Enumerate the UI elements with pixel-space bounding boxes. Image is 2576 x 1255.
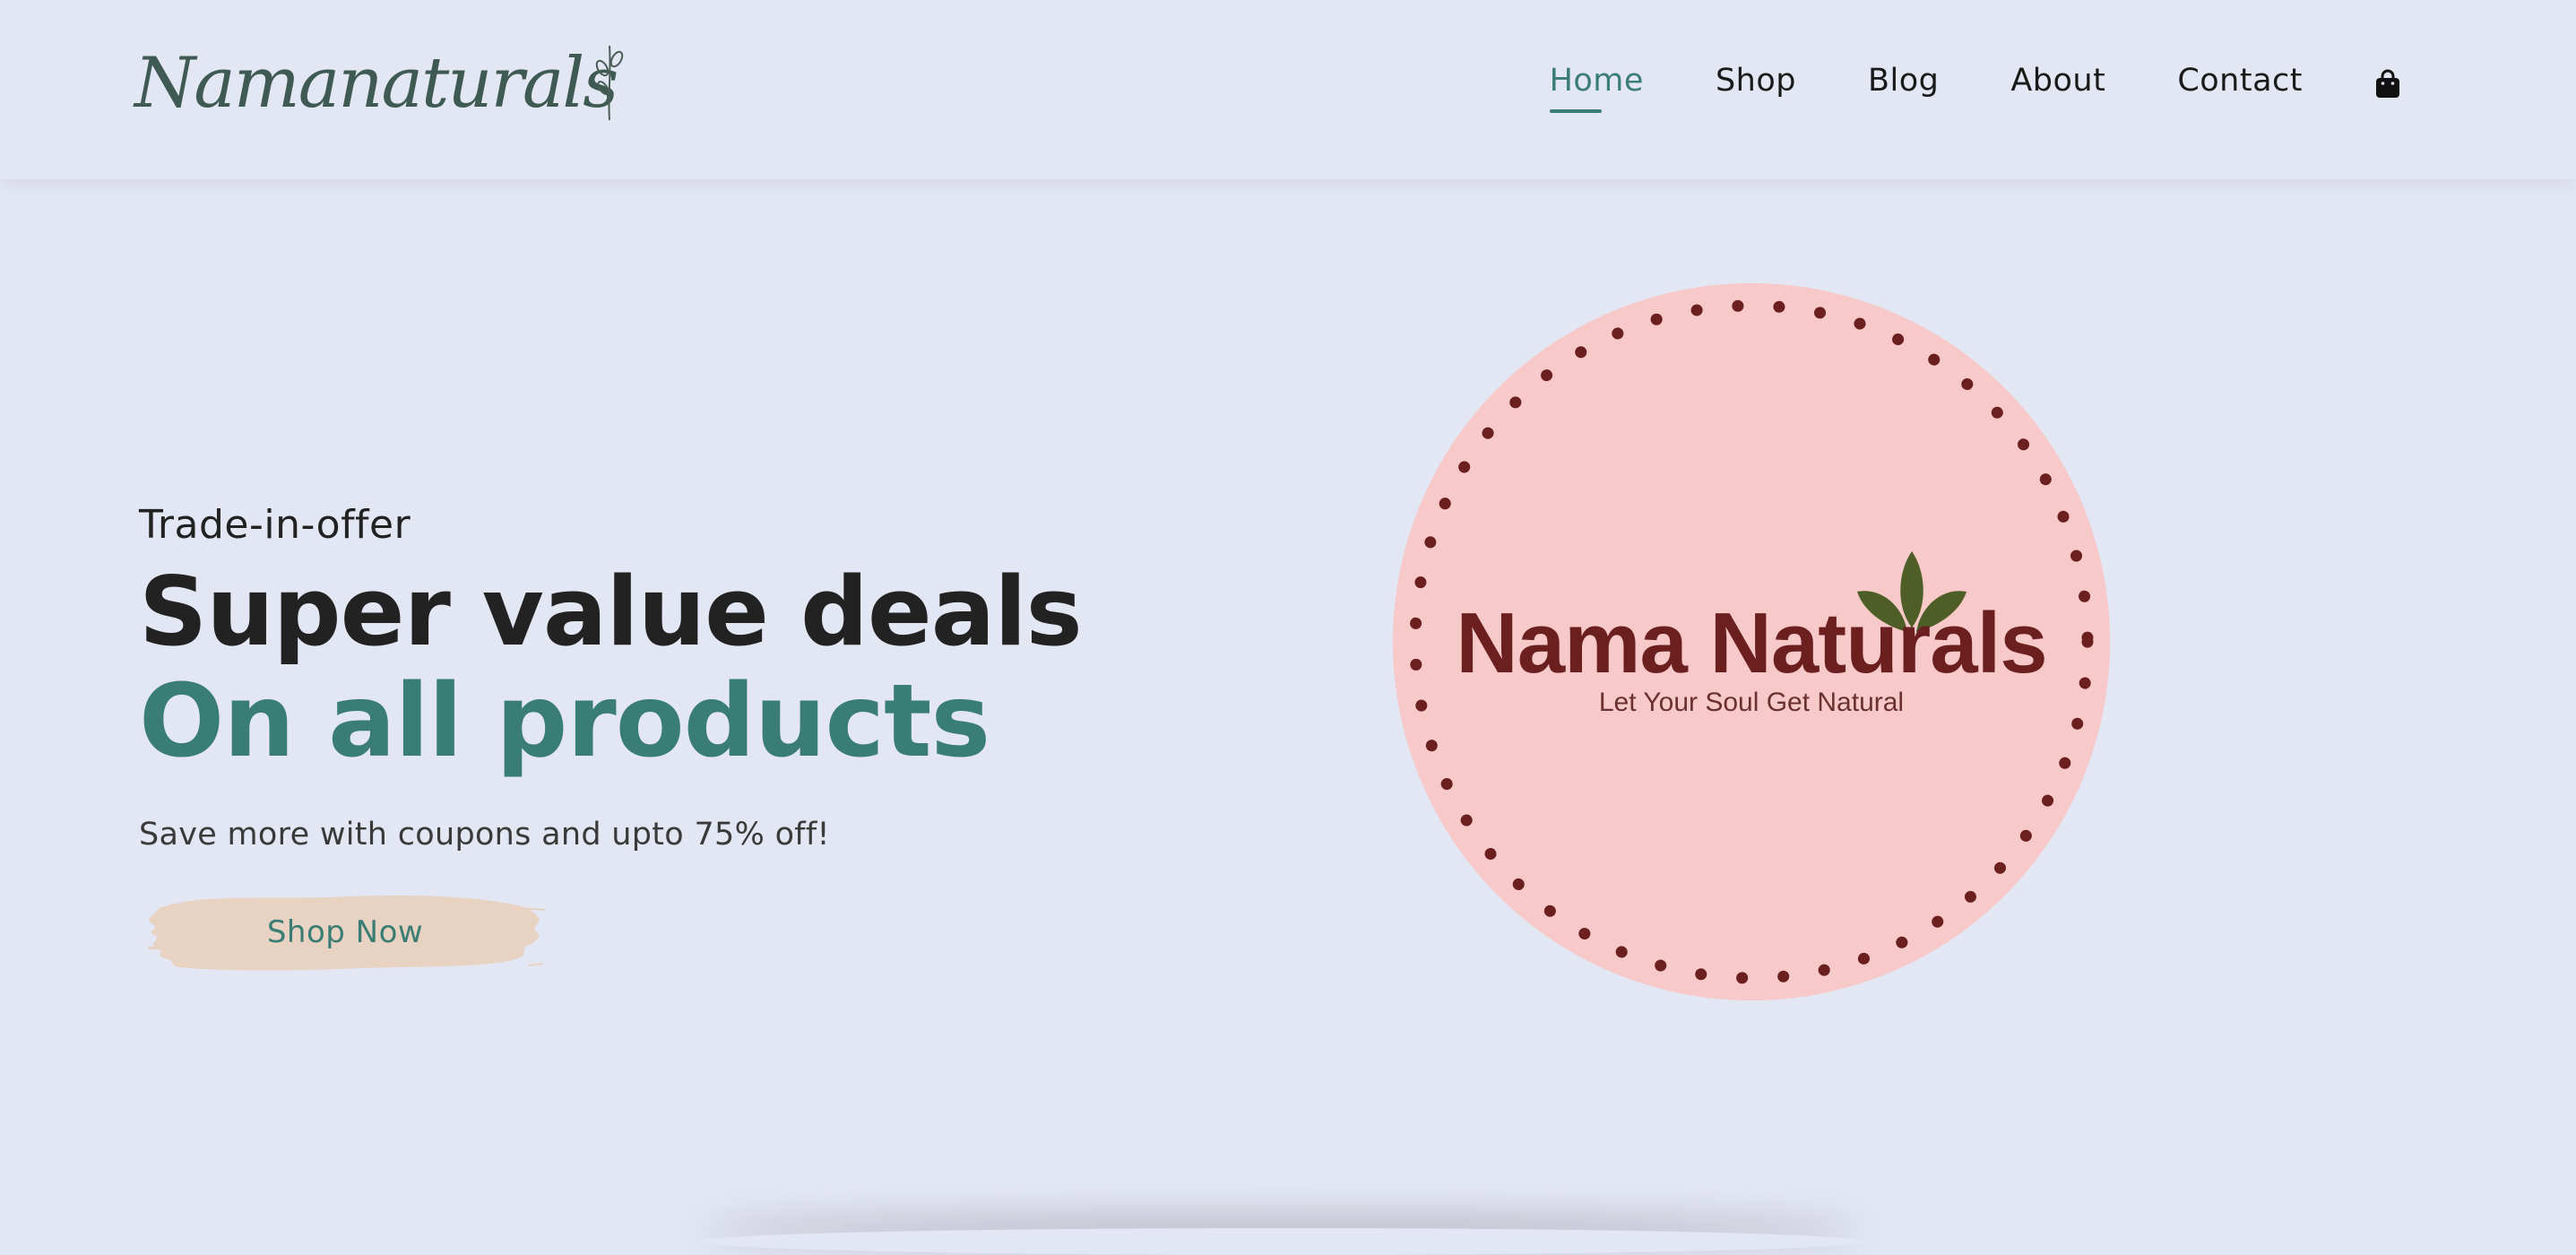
shop-now-label: Shop Now [266, 914, 424, 950]
logo[interactable]: Namanaturals [134, 43, 624, 142]
hero-kicker: Trade-in-offer [139, 502, 411, 548]
shop-now-button[interactable]: Shop Now [143, 883, 547, 982]
hero-headline-accent: On all products [139, 663, 990, 780]
hero-subtext: Save more with coupons and upto 75% off! [139, 817, 830, 853]
nav-contact[interactable]: Contact [2177, 63, 2303, 106]
badge-tagline: Let Your Soul Get Natural [1598, 688, 1905, 717]
nav-about[interactable]: About [2010, 63, 2105, 106]
hero-section: Trade-in-offer Super value deals On all … [139, 502, 1083, 853]
shopping-bag-icon[interactable] [2374, 69, 2401, 100]
main-nav: Home Shop Blog About Contact [1549, 63, 2401, 113]
badge-title: Nama Naturals [1456, 595, 2047, 691]
nav-blog[interactable]: Blog [1868, 63, 1939, 106]
brand-badge: Nama Naturals Let Your Soul Get Natural [1392, 282, 2111, 1001]
logo-text: Namanaturals [134, 43, 618, 124]
hero-headline: Super value deals [139, 557, 1083, 667]
nav-shop[interactable]: Shop [1716, 63, 1796, 106]
next-section-edge [699, 1228, 1864, 1255]
site-header: Namanaturals Home Shop Blog About Contac… [0, 0, 2576, 179]
nav-home[interactable]: Home [1549, 63, 1644, 113]
sprig-icon [595, 45, 624, 121]
